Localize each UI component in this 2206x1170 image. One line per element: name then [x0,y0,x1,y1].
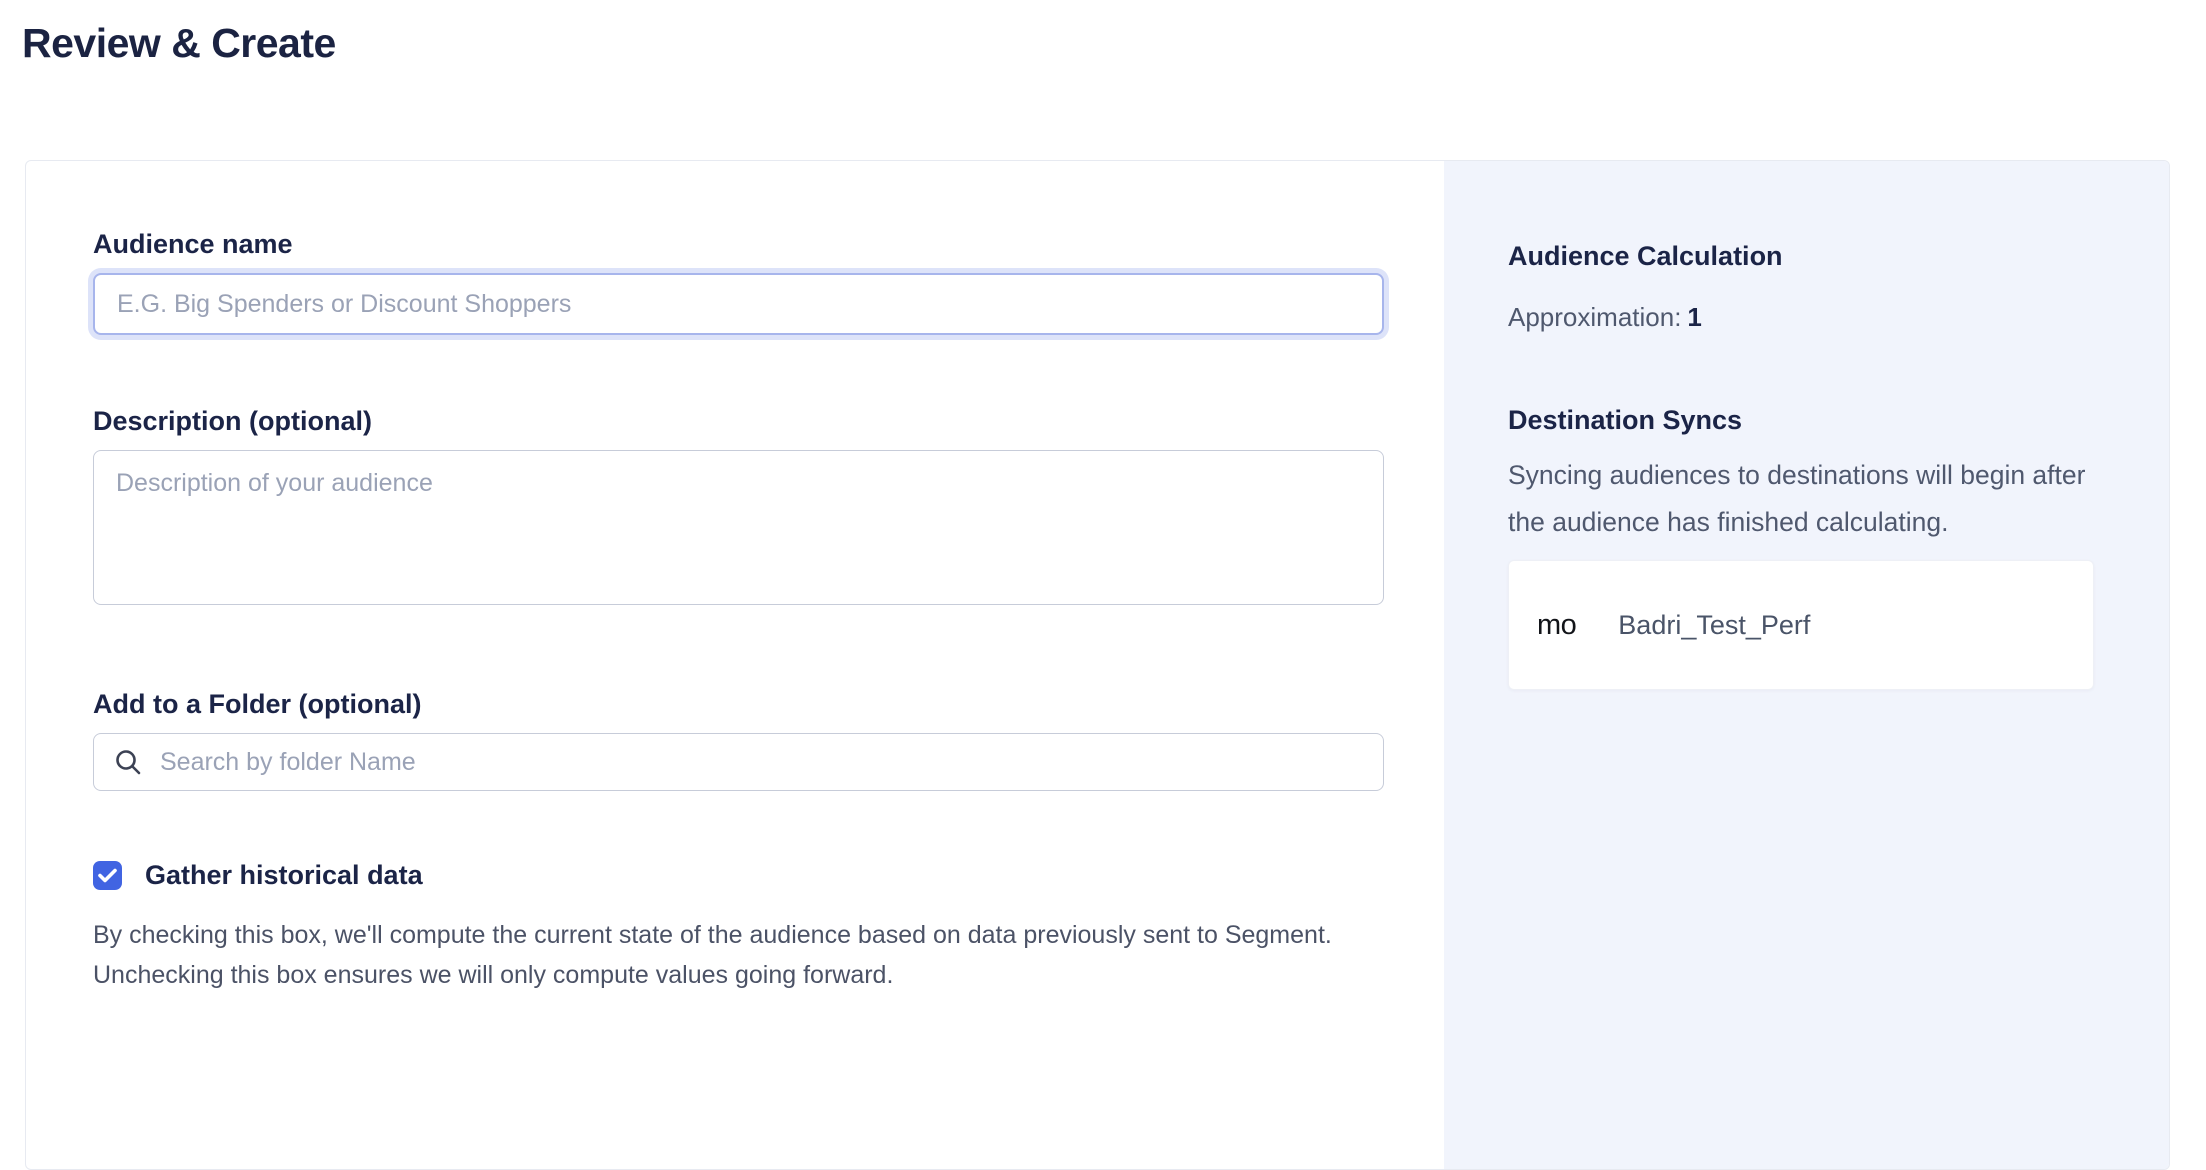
checkmark-icon [98,868,117,883]
folder-label: Add to a Folder (optional) [93,689,1444,720]
folder-search [93,733,1384,791]
approximation-value: 1 [1687,302,1701,332]
destination-syncs-heading: Destination Syncs [1508,405,2091,436]
destination-logo-icon: mo [1537,609,1576,642]
description-label: Description (optional) [93,406,1444,437]
page-title: Review & Create [22,20,336,67]
folder-search-input[interactable] [93,733,1384,791]
gather-historical-label: Gather historical data [145,860,423,891]
destination-syncs-description: Syncing audiences to destinations will b… [1508,452,2091,546]
approximation-label: Approximation: [1508,302,1681,332]
audience-calculation-heading: Audience Calculation [1508,241,2091,272]
approximation-row: Approximation:1 [1508,302,2091,333]
destination-name: Badri_Test_Perf [1618,610,1810,641]
summary-sidebar: Audience Calculation Approximation:1 Des… [1444,161,2169,1169]
audience-name-input[interactable] [93,273,1384,335]
destination-sync-item: mo Badri_Test_Perf [1508,560,2094,690]
audience-name-label: Audience name [93,229,1444,260]
review-create-card: Audience name Description (optional) Add… [25,160,2170,1170]
gather-historical-checkbox[interactable] [93,861,122,890]
historical-data-row: Gather historical data [93,860,1444,891]
description-textarea[interactable] [93,450,1384,605]
historical-help-text: By checking this box, we'll compute the … [93,915,1403,995]
audience-form: Audience name Description (optional) Add… [26,161,1444,1169]
